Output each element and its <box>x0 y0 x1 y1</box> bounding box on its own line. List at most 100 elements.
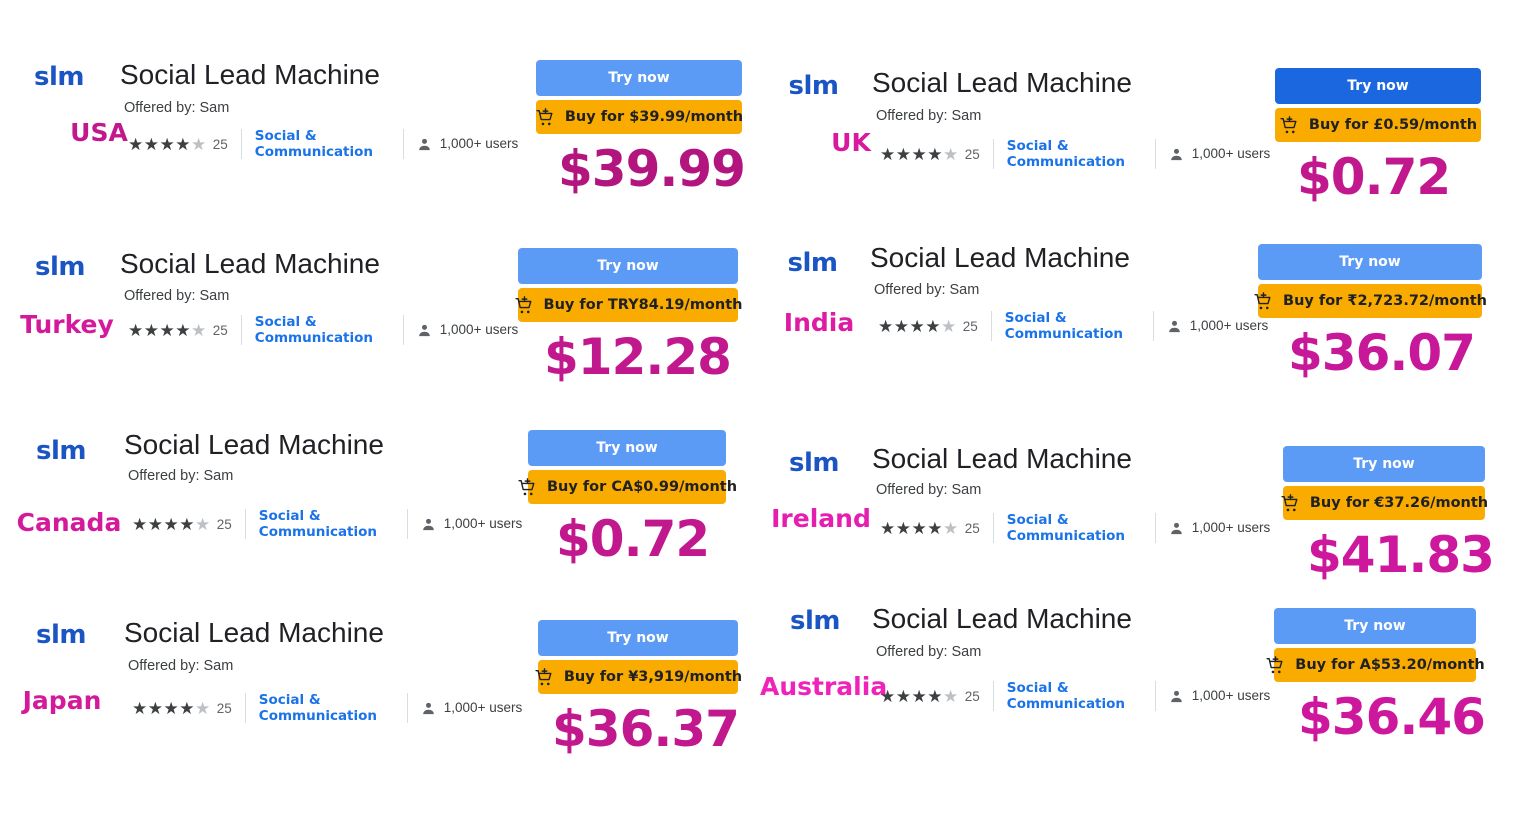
app-title: Social Lead Machine <box>870 242 1130 273</box>
offered-by-text: Offered by: Sam <box>128 468 234 484</box>
star-icon: ★ <box>943 144 959 164</box>
listing-identity: slm Japan <box>0 600 118 713</box>
app-listing-card: slm Australia Social Lead Machine Offere… <box>760 592 1520 782</box>
rating-count: 25 <box>212 136 228 152</box>
listing-details: Social Lead Machine Offered by: Sam ★ ★ ★ ★… <box>872 592 1270 713</box>
listing-details: Social Lead Machine Offered by: Sam ★ ★ ★ ★… <box>872 428 1270 545</box>
listing-identity: slm Turkey <box>0 232 118 337</box>
card-body: slm Australia Social Lead Machine Offere… <box>760 592 1520 782</box>
try-now-button[interactable]: Try now <box>1283 446 1485 482</box>
listing-details: Social Lead Machine Offered by: Sam ★ ★ ★ ★… <box>870 228 1268 343</box>
try-now-button[interactable]: Try now <box>1275 68 1481 104</box>
buy-button-label: Buy for CA$0.99/month <box>547 479 738 495</box>
listing-meta-row: ★ ★ ★ ★ ★ 25 Social & Communication 1,000+ u… <box>132 692 522 725</box>
country-label: India <box>783 308 855 337</box>
meta-divider <box>1154 513 1156 544</box>
rating-count: 25 <box>216 516 232 532</box>
star-icon: ★ <box>175 320 191 340</box>
app-title: Social Lead Machine <box>124 429 384 460</box>
card-body: slm USA Social Lead Machine Offered by: … <box>0 46 760 236</box>
buy-subscription-button[interactable]: Buy for A$53.20/month <box>1266 648 1485 682</box>
try-now-button[interactable]: Try now <box>538 620 738 656</box>
converted-price: $41.83 <box>1307 526 1495 584</box>
buy-button-label: Buy for TRY84.19/month <box>543 297 743 313</box>
category-link[interactable]: Social & Communication <box>1007 138 1125 171</box>
category-link[interactable]: Social & Communication <box>255 128 373 161</box>
users-block: 1,000+ users <box>421 700 522 717</box>
rating-block: ★ ★ ★ ★ ★ 25 <box>128 136 228 153</box>
users-block: 1,000+ users <box>417 136 518 153</box>
try-now-button[interactable]: Try now <box>1274 608 1476 644</box>
category-link[interactable]: Social & Communication <box>1007 680 1125 713</box>
listing-details: Social Lead Machine Offered by: Sam ★ ★ ★ ★… <box>124 600 522 725</box>
buy-subscription-button[interactable]: Buy for €37.26/month <box>1281 486 1488 520</box>
star-rating: ★ ★ ★ ★ ★ <box>128 136 207 153</box>
card-body: slm Ireland Social Lead Machine Offered … <box>760 428 1520 618</box>
offered-by-text: Offered by: Sam <box>124 100 230 116</box>
star-icon: ★ <box>911 144 928 164</box>
app-title: Social Lead Machine <box>872 443 1132 474</box>
users-count: 1,000+ users <box>443 516 523 532</box>
buy-subscription-button[interactable]: Buy for TRY84.19/month <box>514 288 742 322</box>
buy-subscription-button[interactable]: Buy for ₹2,723.72/month <box>1254 284 1487 318</box>
buy-subscription-button[interactable]: Buy for ¥3,919/month <box>535 660 742 694</box>
try-now-button[interactable]: Try now <box>528 430 726 466</box>
card-body: slm UK Social Lead Machine Offered by: S… <box>760 50 1520 240</box>
category-link[interactable]: Social & Communication <box>1007 512 1125 545</box>
star-icon: ★ <box>925 316 941 336</box>
users-count: 1,000+ users <box>1191 520 1271 536</box>
app-title: Social Lead Machine <box>120 248 380 279</box>
meta-divider <box>240 315 242 346</box>
buy-subscription-button[interactable]: Buy for CA$0.99/month <box>518 470 737 504</box>
listing-actions: Try now Buy for €37.26/month $41.83 <box>1281 446 1495 584</box>
country-label: Australia <box>760 672 888 701</box>
rating-block: ★ ★ ★ ★ ★ 25 <box>880 520 980 537</box>
meta-divider <box>244 693 246 724</box>
listing-identity: slm USA <box>0 46 128 145</box>
try-now-button[interactable]: Try now <box>536 60 742 96</box>
category-link[interactable]: Social & Communication <box>259 692 377 725</box>
meta-divider <box>992 139 994 170</box>
converted-price: $39.99 <box>558 140 746 198</box>
meta-divider <box>992 681 994 712</box>
meta-divider <box>240 129 242 160</box>
app-listing-card: slm Turkey Social Lead Machine Offered b… <box>0 232 760 422</box>
card-body: slm Japan Social Lead Machine Offered by… <box>0 600 760 790</box>
card-body: slm Canada Social Lead Machine Offered b… <box>0 414 760 604</box>
try-now-button[interactable]: Try now <box>1258 244 1482 280</box>
users-count: 1,000+ users <box>1191 688 1271 704</box>
star-icon: ★ <box>147 514 164 534</box>
slm-wordmark-logo: slm <box>35 252 85 282</box>
app-listing-card: slm UK Social Lead Machine Offered by: S… <box>760 50 1520 240</box>
category-link[interactable]: Social & Communication <box>259 508 377 541</box>
star-icon: ★ <box>132 698 148 718</box>
star-icon: ★ <box>147 698 164 718</box>
star-rating: ★ ★ ★ ★ ★ <box>132 700 211 717</box>
star-icon: ★ <box>159 320 176 340</box>
star-icon: ★ <box>880 518 896 538</box>
star-rating: ★ ★ ★ ★ ★ <box>880 146 959 163</box>
buy-button-label: Buy for ₹2,723.72/month <box>1283 293 1487 309</box>
users-count: 1,000+ users <box>1189 318 1269 334</box>
star-icon: ★ <box>927 686 943 706</box>
app-title: Social Lead Machine <box>120 59 380 90</box>
buy-subscription-button[interactable]: Buy for $39.99/month <box>536 100 743 134</box>
slm-wordmark-logo: slm <box>787 248 838 278</box>
star-icon: ★ <box>880 686 896 706</box>
star-icon: ★ <box>159 134 176 154</box>
category-link[interactable]: Social & Communication <box>255 314 373 347</box>
star-icon: ★ <box>175 134 191 154</box>
star-rating: ★ ★ ★ ★ ★ <box>128 322 207 339</box>
card-body: slm India Social Lead Machine Offered by… <box>760 228 1520 418</box>
category-link[interactable]: Social & Communication <box>1005 310 1123 343</box>
listing-meta-row: ★ ★ ★ ★ ★ 25 Social & Communication 1,000+ u… <box>132 508 523 541</box>
star-rating: ★ ★ ★ ★ ★ <box>880 688 959 705</box>
rating-block: ★ ★ ★ ★ ★ 25 <box>128 322 228 339</box>
app-listing-card: slm Ireland Social Lead Machine Offered … <box>760 428 1520 618</box>
buy-subscription-button[interactable]: Buy for £0.59/month <box>1275 108 1481 142</box>
rating-count: 25 <box>964 688 980 704</box>
converted-price: $36.37 <box>552 700 740 758</box>
converted-price: $0.72 <box>1297 148 1451 206</box>
try-now-button[interactable]: Try now <box>518 248 738 284</box>
star-rating: ★ ★ ★ ★ ★ <box>878 318 957 335</box>
